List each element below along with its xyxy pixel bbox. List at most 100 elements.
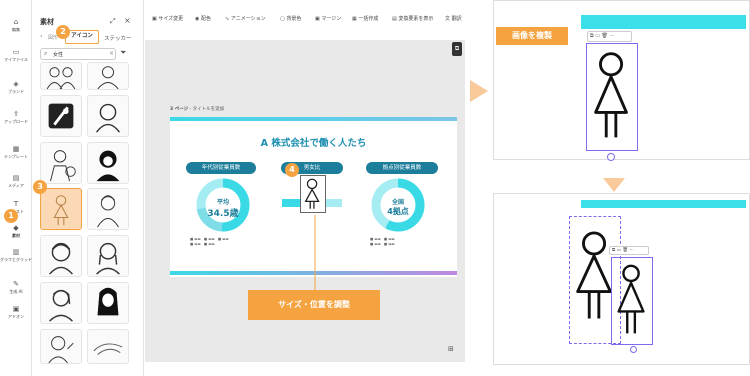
rail-label: アドオン — [8, 314, 24, 319]
rail-item-edit[interactable]: ⌂ 編集 — [0, 18, 32, 32]
toolbar-label: 変換要素を表示 — [398, 16, 434, 22]
addon-icon: ▣ — [12, 305, 20, 313]
down-arrow-icon — [603, 178, 625, 192]
left-nav-rail: ⌂ 編集 ▭ マイファイル ◈ ブランド ⇪ アップロード ▦ テンプレート ▤ メディア … — [0, 0, 32, 376]
toolbar-bulk-create[interactable]: ▦ 一括作成 — [352, 15, 378, 22]
translate-icon: 文 — [445, 16, 451, 22]
icon-result[interactable] — [87, 62, 129, 90]
search-icon: ⌕ — [44, 50, 48, 57]
rotate-handle[interactable] — [607, 153, 615, 161]
icon-result[interactable] — [40, 282, 82, 324]
icon-result[interactable] — [40, 62, 82, 90]
search-field[interactable]: ⌕ 女性 × — [40, 48, 116, 60]
filter-icon[interactable]: ⏷ — [120, 48, 126, 58]
search-icon: ⌂ — [13, 18, 19, 26]
toolbar-resize[interactable]: ▣ サイズ変更 — [152, 15, 183, 22]
duplicate-selection-box[interactable] — [611, 257, 653, 345]
panel-title: 素材 — [40, 18, 54, 26]
toolbar-label: アニメーション — [230, 16, 266, 22]
slide-top-bar — [170, 117, 457, 121]
icon-result[interactable] — [40, 329, 82, 364]
background-icon: ▢ — [280, 16, 285, 22]
toolbar-label: 一括作成 — [358, 16, 379, 22]
slide-header-bar — [581, 15, 746, 29]
media-icon: ▤ — [12, 174, 20, 182]
duplicated-result-panel: ⧉ ▭ 🗑 ⋯ — [493, 193, 750, 365]
rail-item-brand[interactable]: ◈ ブランド — [0, 80, 32, 94]
icon-result[interactable] — [40, 235, 82, 277]
selected-woman-icon[interactable] — [300, 175, 326, 213]
toolbar-label: 背景色 — [286, 16, 302, 22]
tab-stickers[interactable]: ステッカー — [104, 34, 132, 42]
toolbar-margin[interactable]: ▣ マージン — [315, 15, 341, 22]
folder-icon: ▭ — [12, 48, 20, 56]
duplicate-callout: 画像を複製 — [496, 27, 568, 45]
rail-item-ai[interactable]: ✎ 生成 AI — [0, 280, 32, 294]
page-panel-toggle-icon[interactable]: ⧉ — [452, 42, 462, 56]
animation-icon: ∿ — [225, 16, 230, 22]
toolbar-label: サイズ変更 — [158, 16, 184, 22]
toolbar-label: 翻訳 — [451, 16, 462, 22]
bulk-icon: ▦ — [352, 16, 357, 22]
rail-label: グラフとグリッド — [0, 257, 32, 262]
rail-item-upload[interactable]: ⇪ アップロード — [0, 110, 32, 124]
icon-result[interactable] — [87, 329, 129, 364]
search-input[interactable]: 女性 — [53, 51, 63, 58]
site-heading: 拠点別従業員数 — [366, 162, 438, 174]
upload-icon: ⇪ — [13, 110, 19, 118]
toolbar-color[interactable]: ◉ 配色 — [195, 15, 211, 22]
rotate-handle[interactable] — [630, 346, 637, 353]
site-center-label: 全国 — [391, 199, 404, 206]
icon-result[interactable] — [87, 282, 129, 324]
clear-icon[interactable]: × — [109, 50, 114, 57]
expand-icon[interactable]: ⤢ — [110, 17, 116, 26]
rail-item-addons[interactable]: ▣ アドオン — [0, 305, 32, 319]
page-title-input[interactable]: タイトルを追加 — [193, 107, 225, 112]
toolbar-translate[interactable]: 文 翻訳 — [445, 15, 462, 22]
rail-item-templates[interactable]: ▦ テンプレート — [0, 145, 32, 159]
rail-item-my-files[interactable]: ▭ マイファイル — [0, 48, 32, 62]
rail-label: 編集 — [12, 27, 20, 32]
rail-label: 生成 AI — [9, 289, 23, 294]
icon-result[interactable] — [40, 142, 82, 184]
icon-result-selected[interactable] — [40, 188, 82, 230]
rail-label: テンプレート — [4, 154, 28, 159]
margin-icon: ▣ — [315, 16, 320, 22]
step-badge-4: 4 — [285, 163, 299, 177]
grid-view-icon[interactable]: ⊞ — [448, 345, 454, 353]
tab-icons[interactable]: アイコン — [65, 30, 99, 44]
close-icon[interactable]: × — [124, 16, 131, 25]
toolbar-label: 配色 — [200, 16, 211, 22]
rail-label: ブランド — [8, 89, 24, 94]
rail-label: メディア — [8, 183, 24, 188]
step-badge-3: 3 — [33, 180, 47, 194]
step-badge-1: 1 — [4, 209, 18, 223]
toolbar-show-changes[interactable]: ▤ 変換要素を表示 — [392, 15, 433, 22]
rail-item-elements[interactable]: ◆ 素材 — [0, 224, 32, 238]
back-chevron-icon[interactable]: ‹ — [40, 33, 42, 40]
icon-result[interactable] — [87, 188, 129, 230]
icon-result[interactable] — [87, 95, 129, 137]
resize-position-callout: サイズ・位置を調整 — [248, 290, 380, 320]
age-center-label: 平均 — [216, 199, 229, 206]
icon-result[interactable] — [87, 142, 129, 184]
icon-result[interactable] — [40, 95, 82, 137]
page-number: 3 ページ — [170, 107, 189, 112]
rail-item-charts[interactable]: ▥ グラフとグリッド — [0, 248, 32, 262]
palette-icon: ◉ — [195, 16, 200, 22]
toolbar-background[interactable]: ▢ 背景色 — [280, 15, 301, 22]
elements-panel: 素材 ⤢ × ‹ 図形 アイコン ステッカー ⌕ 女性 × ⏷ — [32, 0, 173, 376]
rail-item-media[interactable]: ▤ メディア — [0, 174, 32, 188]
callout-connector — [314, 215, 316, 290]
rail-label: 素材 — [12, 233, 20, 238]
elements-icon: ◆ — [13, 224, 19, 232]
slide-title: A 株式会社で働く人たち — [260, 138, 367, 149]
selection-box[interactable] — [586, 43, 638, 151]
changes-icon: ▤ — [392, 16, 397, 22]
woman-icon — [617, 264, 645, 334]
woman-icon — [594, 52, 628, 138]
element-context-menu[interactable]: ⧉ ▭ 🗑 ⋯ — [587, 31, 632, 42]
icon-result[interactable] — [87, 235, 129, 277]
toolbar-animation[interactable]: ∿ アニメーション — [225, 15, 266, 22]
element-context-menu[interactable]: ⧉ ▭ 🗑 ⋯ — [609, 246, 649, 255]
